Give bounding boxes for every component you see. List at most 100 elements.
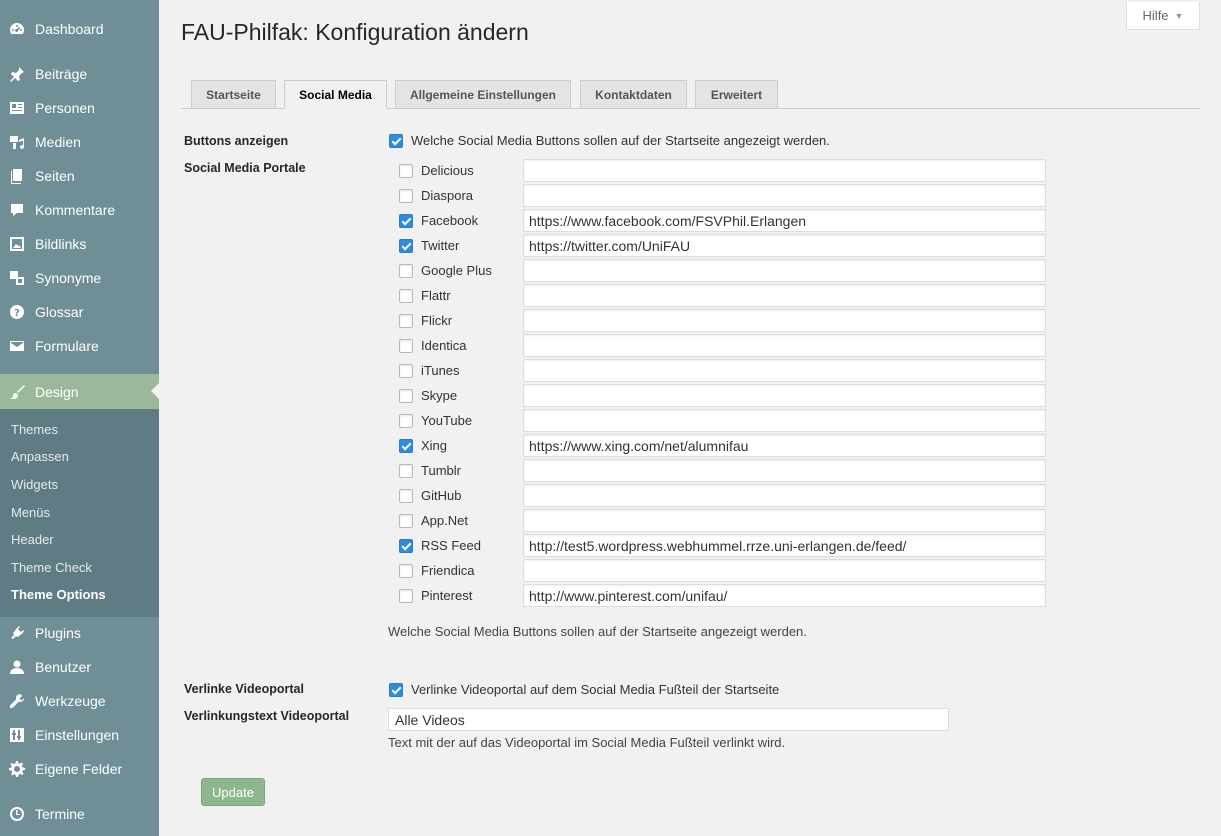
videotext-description: Text mit der auf das Videoportal im Soci… (388, 735, 786, 750)
tab-erweitert[interactable]: Erweitert (695, 80, 778, 109)
sidebar-item-label: Seiten (35, 168, 75, 184)
sidebar-item-label: Glossar (35, 304, 84, 320)
submenu-item-theme-check[interactable]: Theme Check (11, 560, 92, 575)
sidebar-item-plugins[interactable]: Plugins (0, 616, 159, 650)
videoportal-label: Verlinke Videoportal (184, 682, 304, 696)
portal-checkbox[interactable] (399, 439, 413, 453)
portal-name: Google Plus (421, 263, 492, 278)
sidebar-item-design[interactable]: Design (0, 374, 159, 409)
buttons-anzeigen-checkbox[interactable] (389, 134, 403, 148)
portal-checkbox[interactable] (399, 539, 413, 553)
portal-checkbox[interactable] (399, 364, 413, 378)
tab-startseite[interactable]: Startseite (191, 80, 276, 109)
portal-url-input[interactable] (523, 509, 1046, 532)
portal-url-input[interactable] (523, 184, 1046, 207)
portal-url-input[interactable] (523, 159, 1046, 182)
tab-social-media[interactable]: Social Media (284, 80, 387, 109)
portal-url-input[interactable] (523, 459, 1046, 482)
portal-checkbox[interactable] (399, 489, 413, 503)
portal-checkbox[interactable] (399, 464, 413, 478)
portal-name: iTunes (421, 363, 460, 378)
portal-checkbox[interactable] (399, 214, 413, 228)
videotext-input[interactable] (388, 708, 949, 731)
sidebar-item-medien[interactable]: Medien (0, 125, 159, 159)
sidebar-item-formulare[interactable]: Formulare (0, 329, 159, 363)
sidebar-item-personen[interactable]: Personen (0, 91, 159, 125)
portal-checkbox[interactable] (399, 564, 413, 578)
portal-url-input[interactable] (523, 334, 1046, 357)
portal-checkbox[interactable] (399, 589, 413, 603)
gear-icon (8, 760, 26, 778)
sidebar-item-label: Eigene Felder (35, 761, 123, 777)
submenu-item-header[interactable]: Header (11, 532, 54, 547)
portal-name: YouTube (421, 413, 473, 428)
tab-kontaktdaten[interactable]: Kontaktdaten (580, 80, 687, 109)
portal-url-input[interactable] (523, 559, 1046, 582)
portal-url-input[interactable] (523, 309, 1046, 332)
sidebar-item-termine[interactable]: Termine (0, 797, 159, 831)
portal-url-input[interactable] (523, 484, 1046, 507)
portal-url-input[interactable] (523, 209, 1046, 232)
sidebar-item-beitraege[interactable]: Beiträge (0, 57, 159, 91)
portal-checkbox[interactable] (399, 239, 413, 253)
buttons-anzeigen-label: Buttons anzeigen (184, 134, 289, 148)
sidebar-item-label: Bildlinks (35, 236, 87, 252)
wrench-icon (8, 692, 26, 710)
portal-checkbox[interactable] (399, 314, 413, 328)
portal-url-input[interactable] (523, 409, 1046, 432)
update-button[interactable]: Update (201, 778, 265, 806)
videotext-label: Verlinkungstext Videoportal (184, 709, 350, 723)
page-title: FAU-Philfak: Konfiguration ändern (181, 19, 529, 45)
sidebar-item-label: Dashboard (35, 21, 104, 37)
help-button[interactable]: Hilfe ▼ (1126, 2, 1200, 30)
videoportal-text: Verlinke Videoportal auf dem Social Medi… (411, 682, 780, 697)
portal-checkbox[interactable] (399, 339, 413, 353)
portal-url-input[interactable] (523, 384, 1046, 407)
portal-checkbox[interactable] (399, 389, 413, 403)
image-icon (8, 235, 26, 253)
sidebar-item-label: Medien (35, 134, 81, 150)
sidebar-item-seiten[interactable]: Seiten (0, 159, 159, 193)
submenu-item-menus[interactable]: Menüs (11, 505, 50, 520)
sidebar-item-eigene-felder[interactable]: Eigene Felder (0, 752, 159, 786)
sidebar-item-synonyme[interactable]: Synonyme (0, 261, 159, 295)
portal-url-input[interactable] (523, 234, 1046, 257)
portal-checkbox[interactable] (399, 164, 413, 178)
portal-checkbox[interactable] (399, 414, 413, 428)
person-card-icon (8, 99, 26, 117)
mail-icon (8, 337, 26, 355)
portal-url-input[interactable] (523, 284, 1046, 307)
portal-checkbox[interactable] (399, 514, 413, 528)
portal-checkbox[interactable] (399, 264, 413, 278)
videoportal-checkbox[interactable] (389, 683, 403, 697)
submenu-item-widgets[interactable]: Widgets (11, 477, 58, 492)
sidebar-item-bildlinks[interactable]: Bildlinks (0, 227, 159, 261)
portal-name: Identica (421, 338, 467, 353)
portal-name: RSS Feed (421, 538, 481, 553)
tab-allgemeine-einstellungen[interactable]: Allgemeine Einstellungen (395, 80, 571, 109)
chevron-down-icon: ▼ (1174, 10, 1184, 21)
sidebar-item-kommentare[interactable]: Kommentare (0, 193, 159, 227)
portal-name: Xing (421, 438, 448, 453)
sidebar-item-einstellungen[interactable]: Einstellungen (0, 718, 159, 752)
submenu-item-themes[interactable]: Themes (11, 422, 58, 437)
sidebar-item-dashboard[interactable]: Dashboard (0, 12, 159, 46)
portal-checkbox[interactable] (399, 189, 413, 203)
sidebar-item-werkzeuge[interactable]: Werkzeuge (0, 684, 159, 718)
portal-checkbox[interactable] (399, 289, 413, 303)
portal-url-input[interactable] (523, 259, 1046, 282)
sidebar-item-benutzer[interactable]: Benutzer (0, 650, 159, 684)
help-label: Hilfe (1142, 8, 1169, 23)
portal-name: GitHub (421, 488, 462, 503)
sidebar-item-glossar[interactable]: ? Glossar (0, 295, 159, 329)
portal-url-input[interactable] (523, 359, 1046, 382)
submenu-item-theme-options[interactable]: Theme Options (11, 587, 106, 602)
portal-name: Delicious (421, 163, 474, 178)
pin-icon (8, 65, 26, 83)
portal-url-input[interactable] (523, 584, 1046, 607)
portal-url-input[interactable] (523, 434, 1046, 457)
portal-url-input[interactable] (523, 534, 1046, 557)
portal-name: Flickr (421, 313, 453, 328)
sidebar-item-label: Werkzeuge (35, 693, 106, 709)
submenu-item-anpassen[interactable]: Anpassen (11, 449, 69, 464)
